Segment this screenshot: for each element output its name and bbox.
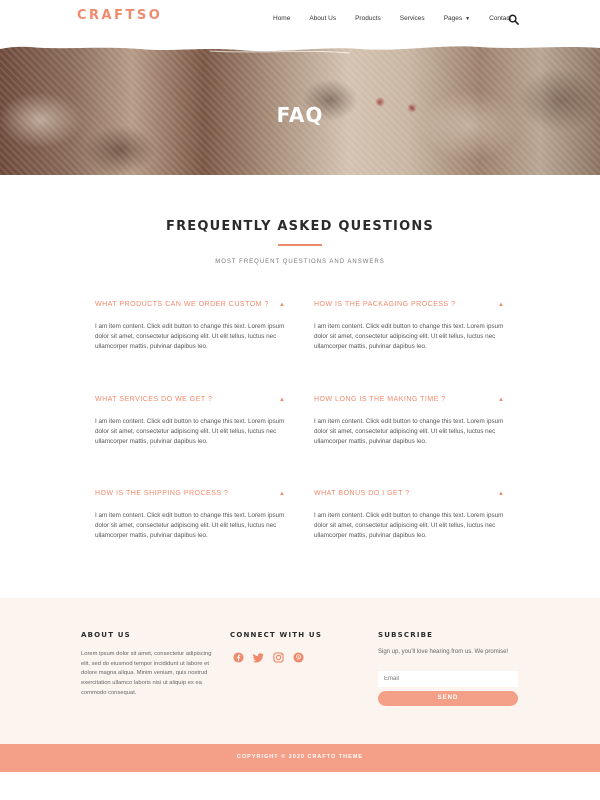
subscribe-description: Sign up, you'll love hearing from us. We… [378,649,509,655]
caret-up-icon[interactable]: ▲ [279,491,285,497]
site-logo[interactable]: CRAFTSO [77,8,162,23]
caret-up-icon[interactable]: ▲ [279,397,285,403]
faq-item: WHAT SERVICES DO WE GET ? ▲ I am item co… [95,396,285,447]
nav-services[interactable]: Services [400,15,425,22]
faq-heading: FREQUENTLY ASKED QUESTIONS [166,219,434,234]
pinterest-icon[interactable] [292,651,305,664]
caret-up-icon[interactable]: ▲ [498,491,504,497]
faq-answer: I am item content. Click edit button to … [95,323,285,350]
nav-products[interactable]: Products [355,15,381,22]
main-nav: Home About Us Products Services Pages ▼ C… [273,15,530,22]
faq-answer: I am item content. Click edit button to … [314,512,504,539]
faq-answer: I am item content. Click edit button to … [95,512,285,539]
nav-home[interactable]: Home [273,15,290,22]
instagram-icon[interactable] [272,651,285,664]
email-input[interactable] [378,671,518,687]
nav-pages[interactable]: Pages ▼ [444,15,470,22]
faq-item: HOW IS THE PACKAGING PROCESS ? ▲ I am it… [314,301,504,352]
faq-question[interactable]: HOW IS THE SHIPPING PROCESS ? ▲ [95,490,285,497]
faq-question-text: HOW IS THE PACKAGING PROCESS ? [314,301,456,308]
page-title: FAQ [276,103,324,127]
faq-question[interactable]: HOW IS THE PACKAGING PROCESS ? ▲ [314,301,504,308]
faq-item: HOW LONG IS THE MAKING TIME ? ▲ I am ite… [314,396,504,447]
brush-stroke-divider [0,40,600,54]
facebook-icon[interactable] [232,651,245,664]
faq-question-text: WHAT SERVICES DO WE GET ? [95,396,213,403]
faq-subheading: MOST FREQUENT QUESTIONS AND ANSWERS [215,259,385,265]
social-links [232,651,305,664]
nav-about-us[interactable]: About Us [309,15,336,22]
footer-about-text: Lorem ipsum dolor sit amet, consectetur … [81,651,212,696]
caret-up-icon[interactable]: ▲ [498,397,504,403]
caret-up-icon[interactable]: ▲ [498,302,504,308]
twitter-icon[interactable] [252,651,265,664]
footer-connect-heading: CONNECT WITH US [230,631,323,639]
faq-question-text: HOW IS THE SHIPPING PROCESS ? [95,490,229,497]
heading-divider [278,244,322,246]
site-header: CRAFTSO Home About Us Products Services … [0,0,600,40]
footer-about-heading: ABOUT US [81,631,131,639]
faq-answer: I am item content. Click edit button to … [314,323,504,350]
caret-up-icon[interactable]: ▲ [279,302,285,308]
search-icon[interactable] [508,14,519,25]
faq-answer: I am item content. Click edit button to … [95,418,285,445]
faq-item: WHAT PRODUCTS CAN WE ORDER CUSTOM ? ▲ I … [95,301,285,352]
faq-question[interactable]: HOW LONG IS THE MAKING TIME ? ▲ [314,396,504,403]
faq-question-text: WHAT BONUS DO I GET ? [314,490,410,497]
faq-answer: I am item content. Click edit button to … [314,418,504,445]
faq-question-text: WHAT PRODUCTS CAN WE ORDER CUSTOM ? [95,301,269,308]
faq-question[interactable]: WHAT BONUS DO I GET ? ▲ [314,490,504,497]
send-button[interactable]: SEND [378,691,518,706]
faq-item: HOW IS THE SHIPPING PROCESS ? ▲ I am ite… [95,490,285,541]
faq-question-text: HOW LONG IS THE MAKING TIME ? [314,396,446,403]
faq-item: WHAT BONUS DO I GET ? ▲ I am item conten… [314,490,504,541]
faq-question[interactable]: WHAT PRODUCTS CAN WE ORDER CUSTOM ? ▲ [95,301,285,308]
nav-pages-label: Pages [443,15,463,22]
faq-question[interactable]: WHAT SERVICES DO WE GET ? ▲ [95,396,285,403]
copyright-text: COPYRIGHT © 2020 CRAFTO THEME [236,754,364,760]
footer-subscribe-heading: SUBSCRIBE [378,631,434,639]
caret-down-icon: ▼ [465,16,471,22]
hero-banner: FAQ [0,40,600,175]
